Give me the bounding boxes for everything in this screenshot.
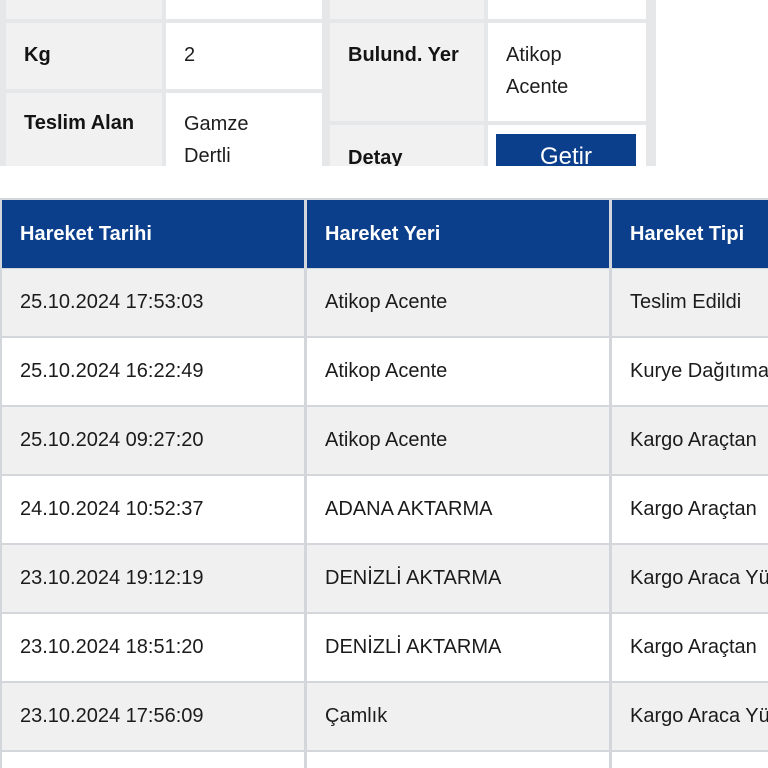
table-cell-date: 25.10.2024 09:27:20 [2, 407, 304, 474]
bulund-yer-value: Atikop Acente [488, 23, 646, 121]
table-cell-empty [307, 752, 609, 768]
kg-label: Kg [6, 23, 162, 89]
details-cell-empty [488, 0, 646, 19]
movements-table: Hareket Tarihi Hareket Yeri Hareket Tipi… [0, 198, 768, 768]
table-cell-type: Kurye Dağıtıma [612, 338, 768, 405]
table-cell-location: Atikop Acente [307, 338, 609, 405]
column-header-hareket-tipi: Hareket Tipi [612, 200, 768, 268]
teslim-alan-value: Gamze Dertli [166, 93, 322, 166]
getir-button[interactable]: Getir [496, 134, 636, 166]
table-cell-location: Çamlık [307, 683, 609, 750]
table-cell-type: Kargo Araçtan [612, 407, 768, 474]
table-cell-empty [2, 752, 304, 768]
teslim-alan-label: Teslim Alan [6, 93, 162, 166]
table-cell-empty [612, 752, 768, 768]
table-cell-date: 23.10.2024 17:56:09 [2, 683, 304, 750]
table-cell-type: Kargo Araca Yü [612, 545, 768, 612]
table-cell-location: Atikop Acente [307, 407, 609, 474]
table-cell-date: 25.10.2024 17:53:03 [2, 269, 304, 336]
table-cell-location: ADANA AKTARMA [307, 476, 609, 543]
column-header-hareket-yeri: Hareket Yeri [307, 200, 609, 268]
table-cell-date: 23.10.2024 18:51:20 [2, 614, 304, 681]
table-cell-date: 24.10.2024 10:52:37 [2, 476, 304, 543]
kg-value: 2 [166, 23, 322, 89]
column-header-hareket-tarihi: Hareket Tarihi [2, 200, 304, 268]
table-cell-location: Atikop Acente [307, 269, 609, 336]
table-cell-location: DENİZLİ AKTARMA [307, 614, 609, 681]
bulund-yer-label: Bulund. Yer [330, 23, 484, 121]
table-cell-date: 23.10.2024 19:12:19 [2, 545, 304, 612]
shipment-details-panel: Kg 2 Teslim Alan Gamze Dertli Bulund. Ye… [0, 0, 656, 166]
details-cell-empty [6, 0, 162, 19]
detay-label: Detay [330, 125, 484, 166]
table-cell-type: Kargo Araca Yü [612, 683, 768, 750]
table-cell-type: Teslim Edildi [612, 269, 768, 336]
details-cell-empty [330, 0, 484, 19]
details-cell-empty [166, 0, 322, 19]
table-cell-type: Kargo Araçtan [612, 476, 768, 543]
table-cell-location: DENİZLİ AKTARMA [307, 545, 609, 612]
table-cell-type: Kargo Araçtan [612, 614, 768, 681]
table-cell-date: 25.10.2024 16:22:49 [2, 338, 304, 405]
